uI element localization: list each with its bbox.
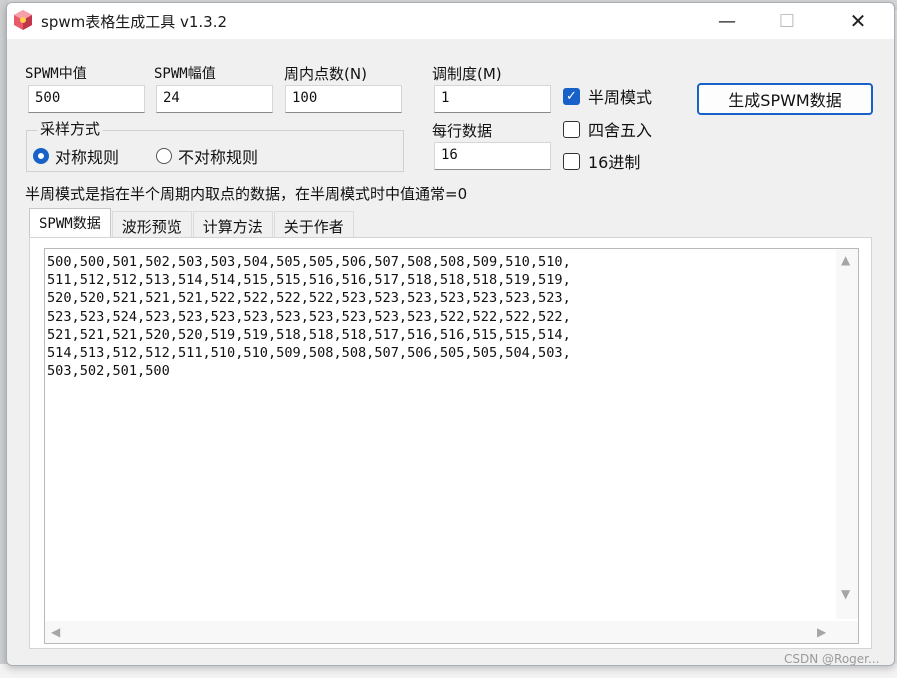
scrollbar-corner: [836, 621, 858, 643]
checkbox-hex-label: 16进制: [588, 153, 641, 172]
scroll-right-icon[interactable]: ▶: [817, 625, 826, 639]
app-window: spwm表格生成工具 v1.3.2 — ☐ ✕ SPWM中值 SPWM幅值 周内…: [6, 2, 895, 666]
checkbox-half-cycle[interactable]: ✓ 半周模式: [563, 84, 652, 108]
horizontal-scrollbar[interactable]: ◀ ▶: [45, 621, 838, 643]
tab-bar: SPWM数据 波形预览 计算方法 关于作者: [29, 208, 355, 239]
tab-about-author[interactable]: 关于作者: [273, 211, 354, 239]
points-input[interactable]: 100: [285, 85, 402, 113]
center-value-input[interactable]: 500: [28, 85, 145, 113]
amplitude-input[interactable]: 24: [156, 85, 273, 113]
minimize-button[interactable]: —: [704, 3, 750, 39]
checkbox-rounding[interactable]: 四舍五入: [563, 117, 652, 141]
checkbox-unchecked-icon: [563, 120, 580, 138]
title-bar[interactable]: spwm表格生成工具 v1.3.2 — ☐ ✕: [7, 3, 894, 39]
sampling-group-title: 采样方式: [37, 118, 104, 139]
half-cycle-note: 半周模式是指在半个周期内取点的数据，在半周模式时中值通常=0: [25, 185, 468, 203]
points-label: 周内点数(N): [284, 65, 367, 83]
checkbox-unchecked-icon: [563, 152, 580, 170]
modulation-label: 调制度(M): [432, 65, 502, 83]
maximize-button[interactable]: ☐: [764, 3, 810, 39]
spwm-output-text[interactable]: 500,500,501,502,503,503,504,505,505,506,…: [47, 253, 837, 613]
tab-spwm-data[interactable]: SPWM数据: [29, 208, 111, 239]
minimize-icon: —: [718, 10, 736, 32]
per-row-input[interactable]: 16: [434, 142, 551, 170]
vertical-scrollbar[interactable]: ▲ ▼: [836, 249, 858, 619]
scroll-down-icon[interactable]: ▼: [841, 587, 850, 601]
close-icon: ✕: [849, 9, 867, 33]
checkbox-checked-icon: ✓: [563, 87, 580, 105]
checkbox-hex[interactable]: 16进制: [563, 149, 640, 173]
tab-panel: 500,500,501,502,503,503,504,505,505,506,…: [29, 237, 872, 649]
scroll-up-icon[interactable]: ▲: [841, 253, 850, 267]
radio-asymmetric-label: 不对称规则: [178, 148, 259, 167]
spwm-output-textarea[interactable]: 500,500,501,502,503,503,504,505,505,506,…: [44, 248, 859, 644]
checkbox-half-cycle-label: 半周模式: [588, 88, 653, 107]
close-button[interactable]: ✕: [835, 3, 881, 39]
radio-symmetric[interactable]: 对称规则: [33, 144, 119, 168]
tab-waveform-preview[interactable]: 波形预览: [111, 211, 192, 239]
app-logo-icon: [14, 10, 32, 30]
checkbox-rounding-label: 四舍五入: [588, 121, 653, 140]
radio-unselected-icon: [156, 148, 172, 164]
radio-asymmetric[interactable]: 不对称规则: [156, 144, 258, 168]
radio-selected-icon: [33, 148, 49, 164]
tab-calculation-method[interactable]: 计算方法: [192, 211, 273, 239]
per-row-label: 每行数据: [432, 122, 493, 140]
radio-symmetric-label: 对称规则: [55, 148, 120, 167]
window-title: spwm表格生成工具 v1.3.2: [41, 13, 228, 31]
modulation-input[interactable]: 1: [434, 85, 551, 113]
maximize-icon: ☐: [778, 10, 796, 32]
generate-spwm-button[interactable]: 生成SPWM数据: [697, 83, 873, 115]
amplitude-label: SPWM幅值: [154, 66, 216, 82]
watermark: CSDN @Roger...: [784, 652, 880, 666]
background-bottom: [0, 664, 897, 678]
scroll-left-icon[interactable]: ◀: [51, 625, 60, 639]
center-value-label: SPWM中值: [25, 66, 87, 82]
